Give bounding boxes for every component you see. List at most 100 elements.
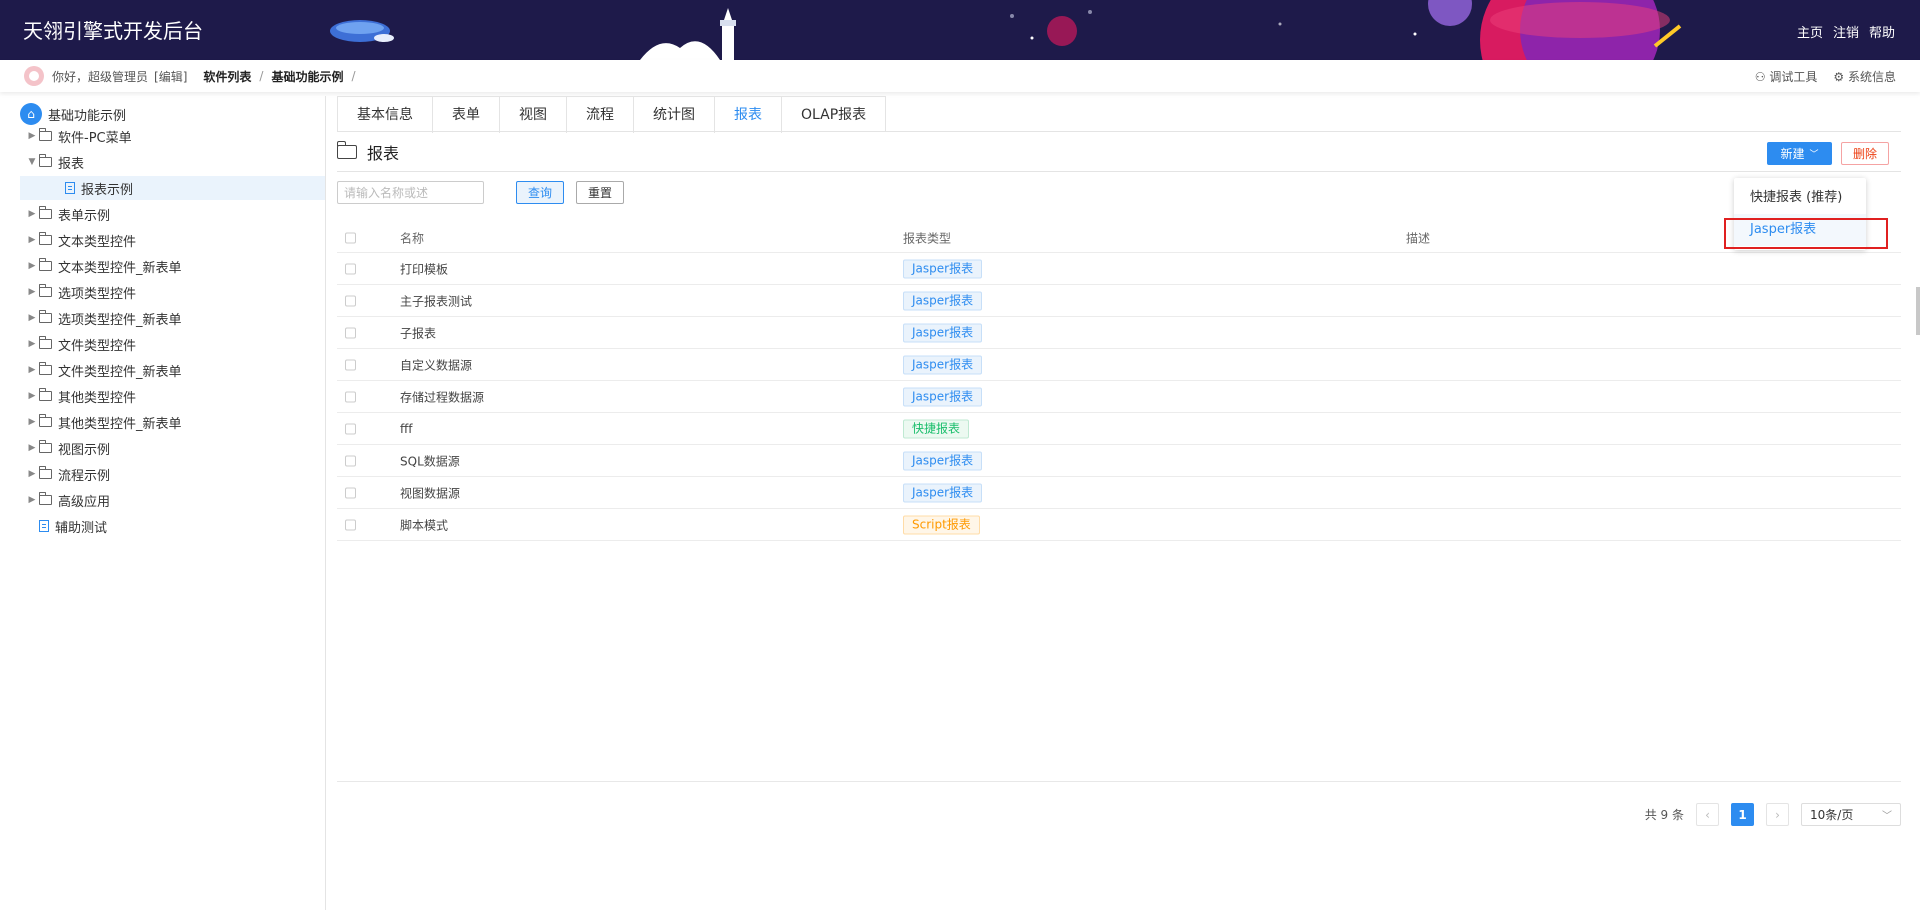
tree-root-label: 基础功能示例 [48, 108, 127, 124]
tab-view[interactable]: 视图 [500, 97, 567, 133]
row-checkbox[interactable] [345, 327, 356, 338]
caret-right-icon[interactable]: ▶ [25, 339, 39, 349]
row-checkbox[interactable] [345, 359, 356, 370]
tree-item-report[interactable]: ▼ 报表 [25, 150, 84, 174]
tree-item-other-controls[interactable]: ▶ 其他类型控件 [25, 384, 136, 408]
edit-profile-link[interactable]: [编辑] [154, 68, 187, 85]
row-type: Jasper报表 [903, 387, 983, 406]
type-tag: Jasper报表 [903, 483, 983, 502]
caret-right-icon[interactable]: ▶ [25, 495, 39, 505]
tree-item-text-controls-new[interactable]: ▶ 文本类型控件_新表单 [25, 254, 182, 278]
row-name[interactable]: SQL数据源 [400, 452, 460, 469]
next-page-button[interactable]: › [1766, 803, 1789, 826]
table-row[interactable]: 存储过程数据源 Jasper报表 [337, 381, 1901, 413]
caret-down-icon[interactable]: ▼ [25, 157, 39, 167]
caret-right-icon[interactable]: ▶ [25, 131, 39, 141]
table-row[interactable]: 打印模板 Jasper报表 [337, 253, 1901, 285]
tree-item-form-demo[interactable]: ▶ 表单示例 [25, 202, 110, 226]
folder-icon [39, 336, 52, 349]
tree-item-flow-demo[interactable]: ▶ 流程示例 [25, 462, 110, 486]
tree-item-file-controls[interactable]: ▶ 文件类型控件 [25, 332, 136, 356]
debug-tool-link[interactable]: ⚇ 调试工具 [1755, 68, 1818, 85]
row-name[interactable]: fff [400, 422, 413, 436]
delete-button[interactable]: 删除 [1841, 142, 1889, 165]
tree-item-advanced[interactable]: ▶ 高级应用 [25, 488, 110, 512]
table-row[interactable]: 子报表 Jasper报表 [337, 317, 1901, 349]
tab-basic-info[interactable]: 基本信息 [338, 97, 433, 133]
table-row[interactable]: 主子报表测试 Jasper报表 [337, 285, 1901, 317]
select-all-checkbox[interactable] [345, 232, 356, 244]
tab-flow[interactable]: 流程 [567, 97, 634, 133]
row-checkbox[interactable] [345, 455, 356, 466]
module-tabs: 基本信息 表单 视图 流程 统计图 报表 OLAP报表 [337, 96, 887, 133]
caret-right-icon[interactable]: ▶ [25, 313, 39, 323]
caret-right-icon[interactable]: ▶ [25, 235, 39, 245]
row-type: Jasper报表 [903, 451, 983, 470]
row-checkbox[interactable] [345, 263, 356, 274]
tree-item-text-controls[interactable]: ▶ 文本类型控件 [25, 228, 136, 252]
column-header-type[interactable]: 报表类型 [903, 230, 951, 247]
caret-right-icon[interactable]: ▶ [25, 469, 39, 479]
scrollbar-thumb[interactable] [1916, 287, 1920, 335]
row-name[interactable]: 主子报表测试 [400, 292, 472, 309]
search-input[interactable] [337, 181, 484, 204]
system-info-link[interactable]: ⚙ 系统信息 [1833, 68, 1896, 85]
row-name[interactable]: 脚本模式 [400, 516, 448, 533]
type-tag: Jasper报表 [903, 387, 983, 406]
row-name[interactable]: 存储过程数据源 [400, 388, 484, 405]
row-checkbox[interactable] [345, 295, 356, 306]
help-link[interactable]: 帮助 [1869, 22, 1895, 41]
row-checkbox[interactable] [345, 391, 356, 402]
tree-item-pc-menu[interactable]: ▶ 软件-PC菜单 [25, 124, 132, 148]
dropdown-item-quick-report[interactable]: 快捷报表 (推荐) [1734, 182, 1866, 214]
page-size-select[interactable]: 10条/页 ﹀ [1801, 803, 1901, 826]
table-row[interactable]: SQL数据源 Jasper报表 [337, 445, 1901, 477]
row-name[interactable]: 视图数据源 [400, 484, 460, 501]
tree-item-file-controls-new[interactable]: ▶ 文件类型控件_新表单 [25, 358, 182, 382]
caret-right-icon[interactable]: ▶ [25, 287, 39, 297]
caret-right-icon[interactable]: ▶ [25, 209, 39, 219]
row-checkbox[interactable] [345, 423, 356, 434]
tree-item-view-demo[interactable]: ▶ 视图示例 [25, 436, 110, 460]
tools-area: ⚇ 调试工具 ⚙ 系统信息 [1755, 68, 1896, 85]
table-row[interactable]: fff 快捷报表 [337, 413, 1901, 445]
tab-chart[interactable]: 统计图 [634, 97, 715, 133]
tree-item-report-demo[interactable]: 报表示例 [20, 176, 325, 200]
reset-button[interactable]: 重置 [576, 181, 624, 204]
prev-page-button[interactable]: ‹ [1696, 803, 1719, 826]
tree-item-option-controls-new[interactable]: ▶ 选项类型控件_新表单 [25, 306, 182, 330]
type-tag: Jasper报表 [903, 259, 983, 278]
row-name[interactable]: 打印模板 [400, 260, 448, 277]
table-row[interactable]: 自定义数据源 Jasper报表 [337, 349, 1901, 381]
table-row[interactable]: 视图数据源 Jasper报表 [337, 477, 1901, 509]
breadcrumb-item-basic-demo[interactable]: 基础功能示例 [271, 68, 343, 85]
tree-item-aux-test[interactable]: 辅助测试 [25, 514, 107, 538]
caret-right-icon[interactable]: ▶ [25, 365, 39, 375]
caret-right-icon[interactable]: ▶ [25, 391, 39, 401]
breadcrumb-item-software-list[interactable]: 软件列表 [203, 68, 251, 85]
tab-olap-report[interactable]: OLAP报表 [782, 97, 885, 133]
query-button[interactable]: 查询 [516, 181, 564, 204]
folder-icon [39, 388, 52, 401]
caret-right-icon[interactable]: ▶ [25, 261, 39, 271]
tree-item-option-controls[interactable]: ▶ 选项类型控件 [25, 280, 136, 304]
new-button[interactable]: 新建 ﹀ [1767, 142, 1832, 165]
row-name[interactable]: 自定义数据源 [400, 356, 472, 373]
caret-right-icon[interactable]: ▶ [25, 443, 39, 453]
column-header-name[interactable]: 名称 [400, 230, 424, 247]
table-row[interactable]: 脚本模式 Script报表 [337, 509, 1901, 541]
page-number-current[interactable]: 1 [1731, 803, 1754, 826]
home-link[interactable]: 主页 [1797, 22, 1823, 41]
tab-report[interactable]: 报表 [715, 97, 782, 133]
row-name[interactable]: 子报表 [400, 324, 436, 341]
tab-form[interactable]: 表单 [433, 97, 500, 133]
column-header-desc[interactable]: 描述 [1406, 230, 1430, 247]
tree-item-other-controls-new[interactable]: ▶ 其他类型控件_新表单 [25, 410, 182, 434]
logout-link[interactable]: 注销 [1833, 22, 1859, 41]
tree-root[interactable]: ⌂ 基础功能示例 [20, 102, 126, 126]
row-checkbox[interactable] [345, 487, 356, 498]
dropdown-item-jasper-report[interactable]: Jasper报表 [1734, 214, 1866, 246]
caret-right-icon[interactable]: ▶ [25, 417, 39, 427]
row-checkbox[interactable] [345, 519, 356, 530]
pagination: 共 9 条 ‹ 1 › 10条/页 ﹀ [1645, 803, 1901, 826]
